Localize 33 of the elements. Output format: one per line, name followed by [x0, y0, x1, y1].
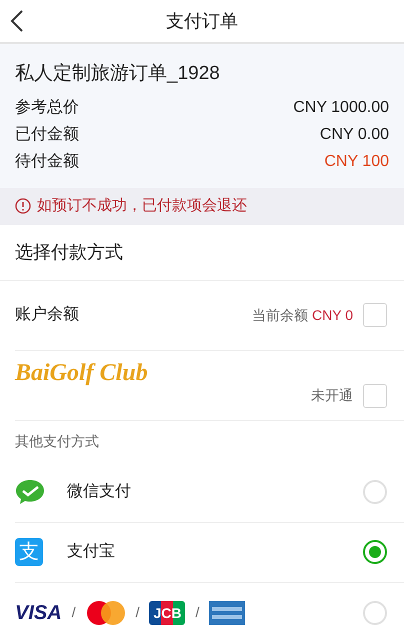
amex-logo [209, 600, 246, 624]
visa-logo: VISA [15, 602, 62, 622]
radio-button[interactable] [363, 540, 387, 564]
checkbox[interactable] [363, 303, 387, 327]
alipay-icon: 支 [15, 538, 43, 566]
chat-bubble-check-icon [15, 479, 45, 505]
payment-method-row[interactable]: 微信支付 [15, 462, 404, 522]
method-label: 微信支付 [67, 482, 131, 502]
summary-label: 已付金额 [15, 124, 79, 145]
section-title: 选择付款方式 [15, 240, 123, 264]
mastercard-logo [86, 600, 126, 624]
account-hint: 未开通 [311, 386, 353, 405]
payment-method-row[interactable]: 支 支付宝 [15, 522, 404, 582]
back-icon[interactable] [10, 9, 24, 33]
order-name: 私人定制旅游订单_1928 [15, 62, 221, 86]
separator: / [195, 603, 200, 622]
summary-value: CNY 0.00 [320, 125, 389, 145]
subsection-title: 其他支付方式 [15, 432, 99, 451]
summary-label: 参考总价 [15, 98, 79, 118]
separator: / [136, 603, 140, 622]
method-label: 支付宝 [67, 542, 115, 562]
separator: / [72, 603, 76, 622]
summary-value: CNY 1000.00 [293, 98, 389, 118]
checkbox[interactable] [363, 384, 387, 408]
account-label: 账户余额 [15, 304, 79, 325]
summary-label: 待付金额 [15, 152, 79, 172]
club-logo: BaiGolf Club [15, 358, 148, 388]
notice-text: 如预订不成功，已付款项会退还 [37, 196, 247, 216]
warning-icon [15, 198, 31, 214]
account-hint: 当前余额 [252, 306, 308, 324]
page-title: 支付订单 [166, 10, 238, 32]
balance-amount: CNY 0 [312, 306, 353, 324]
summary-value: CNY 100 [324, 152, 389, 172]
